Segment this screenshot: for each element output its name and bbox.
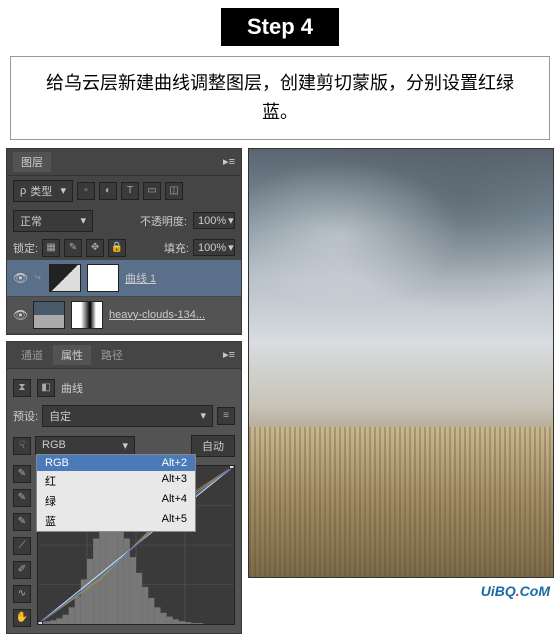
layers-tab[interactable]: 图层 — [13, 152, 51, 172]
preset-dropdown[interactable]: 自定▾ — [42, 405, 213, 427]
curve-tools: ✎ ✎ ✎ ⟋ ✐ ∿ ✋ — [13, 465, 33, 627]
blend-row: 正常▾ 不透明度: 100%▾ — [7, 206, 241, 236]
eyedropper-gray-icon[interactable]: ✎ — [13, 489, 31, 507]
adjustment-title-row: ⧗ ◧ 曲线 — [13, 375, 235, 401]
tab-paths[interactable]: 路径 — [93, 345, 131, 365]
panel-menu-icon[interactable]: ▸≡ — [223, 348, 235, 361]
filter-type-icon[interactable]: T — [121, 182, 139, 200]
preset-menu-icon[interactable]: ≡ — [217, 407, 235, 425]
preset-label: 预设: — [13, 408, 38, 424]
lock-row: 锁定: ▦ ✎ ✥ 🔒 填充: 100%▾ — [7, 236, 241, 260]
left-column: 图层 ▸≡ ρ类型▾ ▫ ◐ T ▭ ◫ 正常▾ 不透明度: 100%▾ — [6, 148, 242, 634]
eyedropper-white-icon[interactable]: ✎ — [13, 513, 31, 531]
filter-shape-icon[interactable]: ▭ — [143, 182, 161, 200]
image-thumb[interactable] — [33, 301, 65, 329]
lock-position-icon[interactable]: ✥ — [86, 239, 104, 257]
opacity-label: 不透明度: — [140, 213, 187, 229]
preset-row: 预设: 自定▾ ≡ — [13, 401, 235, 431]
layer-name-label[interactable]: heavy-clouds-134... — [109, 309, 205, 321]
lock-transparent-icon[interactable]: ▦ — [42, 239, 60, 257]
mask-mode-icon[interactable]: ◧ — [37, 379, 55, 397]
properties-panel: 通道 属性 路径 ▸≡ ⧗ ◧ 曲线 预设: 自定▾ ≡ — [6, 341, 242, 634]
channel-option-green[interactable]: 绿 Alt+4 — [37, 491, 195, 511]
target-adjust-icon[interactable]: ☟ — [13, 437, 31, 455]
pencil-tool-icon[interactable]: ✐ — [13, 561, 31, 579]
mask-thumb[interactable] — [71, 301, 103, 329]
properties-body: ⧗ ◧ 曲线 预设: 自定▾ ≡ ☟ RGB▾ — [7, 369, 241, 633]
eyedropper-black-icon[interactable]: ✎ — [13, 465, 31, 483]
tab-channels[interactable]: 通道 — [13, 345, 51, 365]
opacity-input[interactable]: 100%▾ — [193, 212, 235, 229]
smooth-icon[interactable]: ∿ — [13, 585, 31, 603]
visibility-icon[interactable]: 👁 — [13, 271, 27, 285]
workspace: 图层 ▸≡ ρ类型▾ ▫ ◐ T ▭ ◫ 正常▾ 不透明度: 100%▾ — [0, 148, 560, 634]
instruction-text: 给乌云层新建曲线调整图层，创建剪切蒙版，分别设置红绿蓝。 — [10, 56, 550, 140]
channel-option-red[interactable]: 红 Alt+3 — [37, 471, 195, 491]
lock-pixels-icon[interactable]: ✎ — [64, 239, 82, 257]
auto-button[interactable]: 自动 — [191, 435, 235, 457]
preview-image — [248, 148, 554, 578]
adjustment-title: 曲线 — [61, 380, 83, 396]
lock-label: 锁定: — [13, 240, 38, 256]
mask-thumb[interactable] — [87, 264, 119, 292]
clip-indicator-icon: ⤷ — [33, 271, 43, 284]
curves-icon: ⧗ — [13, 379, 31, 397]
tab-properties[interactable]: 属性 — [53, 345, 91, 365]
adjustment-thumb[interactable] — [49, 264, 81, 292]
fill-input[interactable]: 100%▾ — [193, 239, 235, 256]
point-tool-icon[interactable]: ⟋ — [13, 537, 31, 555]
layer-name-label[interactable]: 曲线 1 — [125, 270, 156, 286]
filter-kind-dropdown[interactable]: ρ类型▾ — [13, 180, 73, 202]
filter-adjust-icon[interactable]: ◐ — [99, 182, 117, 200]
visibility-icon[interactable]: 👁 — [13, 308, 27, 322]
layers-panel-header: 图层 ▸≡ — [7, 149, 241, 176]
step-badge: Step 4 — [221, 8, 339, 46]
channel-dropdown[interactable]: RGB▾ RGB Alt+2 红 Alt+3 绿 — [35, 436, 135, 455]
layer-row-clouds[interactable]: 👁 heavy-clouds-134... — [7, 297, 241, 334]
filter-smart-icon[interactable]: ◫ — [165, 182, 183, 200]
layer-row-curves[interactable]: 👁 ⤷ 曲线 1 — [7, 260, 241, 297]
filter-pixel-icon[interactable]: ▫ — [77, 182, 95, 200]
blend-mode-dropdown[interactable]: 正常▾ — [13, 210, 93, 232]
channel-option-blue[interactable]: 蓝 Alt+5 — [37, 511, 195, 531]
fill-label: 填充: — [164, 240, 189, 256]
properties-panel-header: 通道 属性 路径 ▸≡ — [7, 342, 241, 369]
channel-option-rgb[interactable]: RGB Alt+2 — [37, 455, 195, 471]
panel-menu-icon[interactable]: ▸≡ — [223, 155, 235, 168]
channel-options-list: RGB Alt+2 红 Alt+3 绿 Alt+4 — [36, 454, 196, 532]
layers-filter-row: ρ类型▾ ▫ ◐ T ▭ ◫ — [7, 176, 241, 206]
hand-icon[interactable]: ✋ — [13, 609, 31, 627]
lock-all-icon[interactable]: 🔒 — [108, 239, 126, 257]
channel-row: ☟ RGB▾ RGB Alt+2 红 Alt+3 — [13, 431, 235, 461]
layers-panel: 图层 ▸≡ ρ类型▾ ▫ ◐ T ▭ ◫ 正常▾ 不透明度: 100%▾ — [6, 148, 242, 335]
